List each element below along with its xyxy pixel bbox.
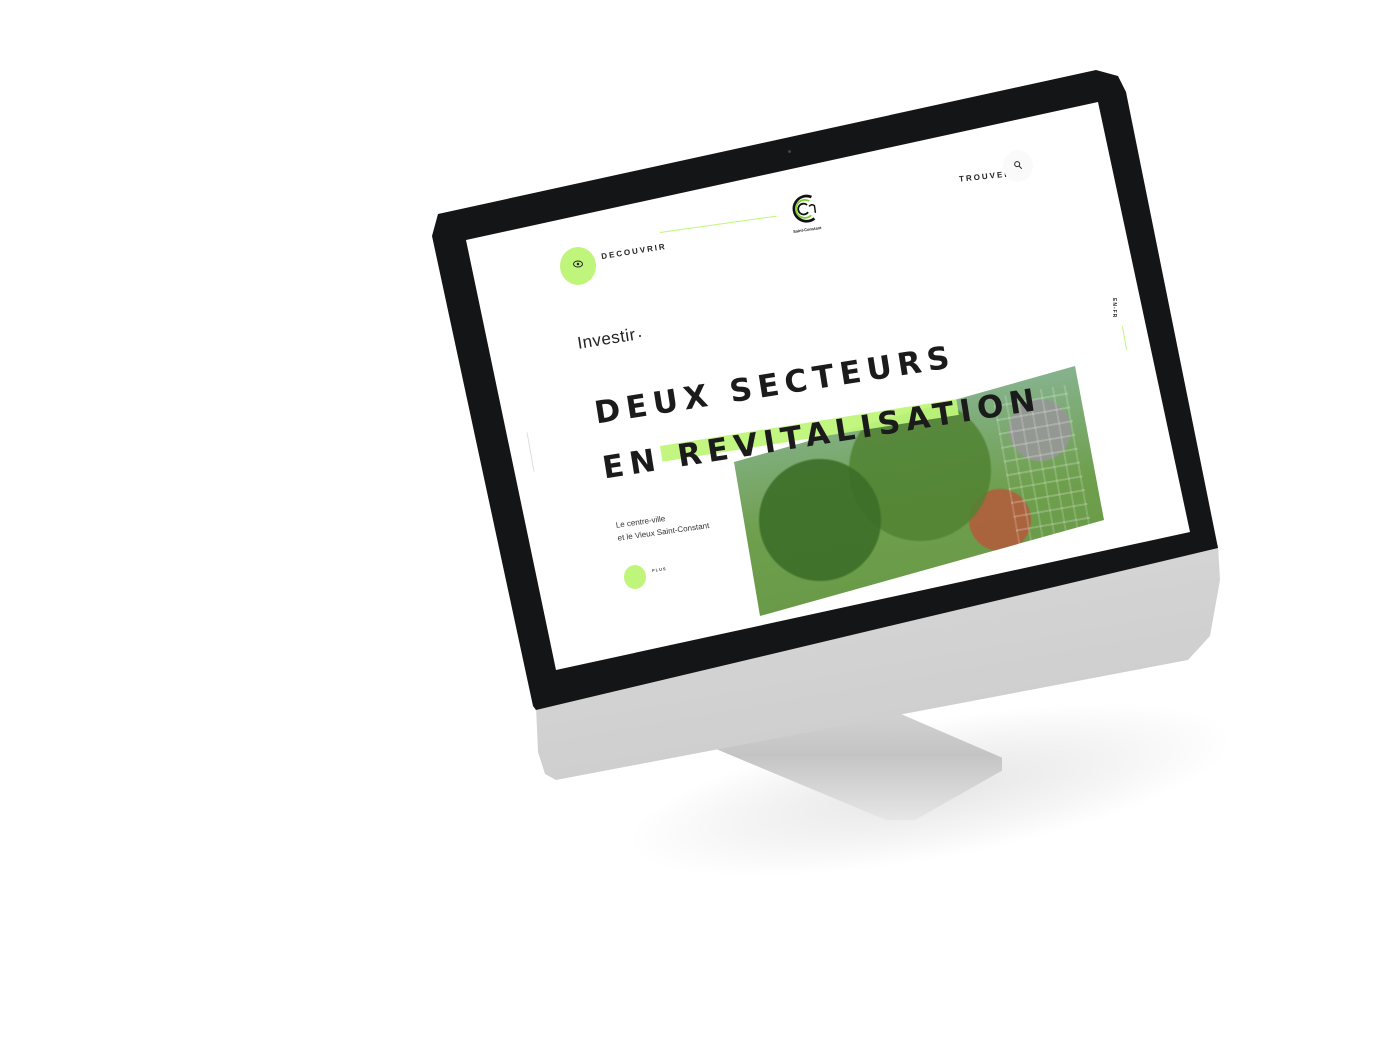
section-dot [639,335,641,337]
side-accent-line [1121,326,1128,350]
hero-subtitle: Le centre-ville et le Vieux Saint-Consta… [615,506,710,545]
discover-button[interactable] [560,247,596,285]
left-scroll-line [526,432,535,472]
search-icon [1013,157,1023,175]
nav-divider [659,215,777,233]
saint-constant-logo[interactable] [784,189,825,230]
more-label[interactable]: PLUS [652,566,667,573]
mockup-stage: DECOUVRIR Saint-Constant TROUVER EN-FR I… [0,0,1400,1040]
camera-dot [788,150,791,153]
headline-line2-prefix: EN [600,439,681,487]
more-button[interactable] [624,565,646,589]
language-switch[interactable]: EN-FR [1111,298,1117,318]
search-button[interactable] [1003,150,1033,182]
eye-icon [572,257,584,275]
monitor: DECOUVRIR Saint-Constant TROUVER EN-FR I… [0,0,1400,1040]
discover-link[interactable]: DECOUVRIR [601,242,668,261]
section-label: Investir [576,324,638,353]
